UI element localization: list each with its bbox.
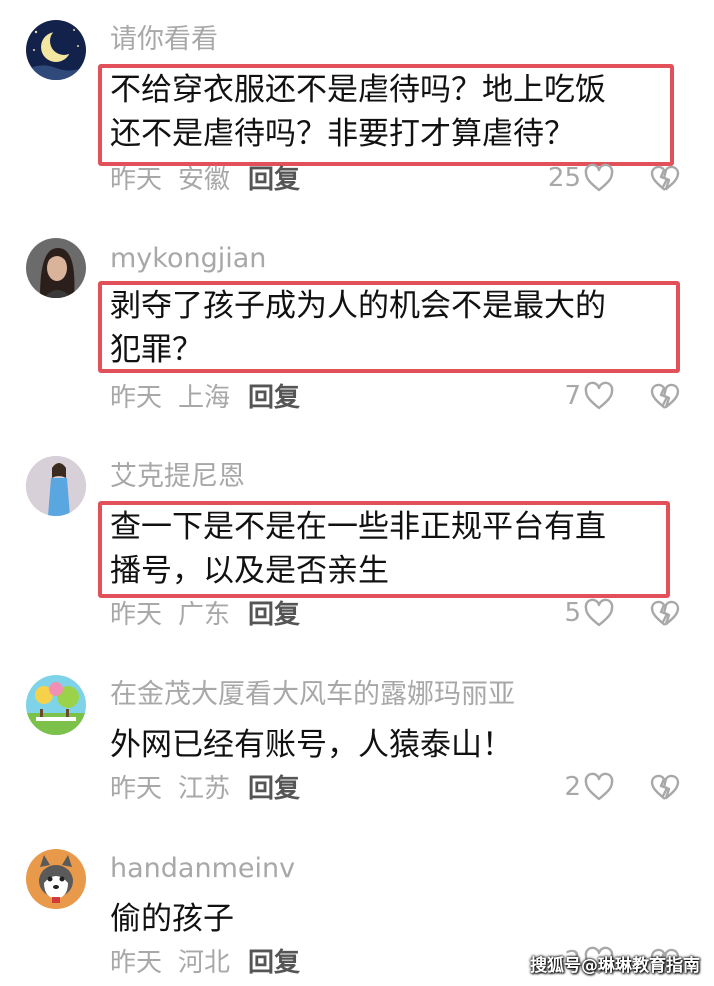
heart-icon: [584, 163, 614, 192]
reply-button[interactable]: 回复: [248, 774, 300, 804]
username[interactable]: 艾克提尼恩: [110, 463, 245, 490]
heart-icon: [584, 381, 614, 410]
like-count: 2: [564, 772, 581, 802]
location: 广东: [178, 600, 231, 630]
reply-button[interactable]: 回复: [248, 383, 300, 413]
colorful-landscape-avatar-icon[interactable]: [26, 675, 86, 735]
like-button[interactable]: 5: [545, 598, 615, 628]
like-button[interactable]: 7: [545, 381, 615, 411]
comment-text-line: 偷的孩子: [110, 901, 234, 937]
like-button[interactable]: 2: [545, 772, 615, 802]
location: 江苏: [178, 774, 231, 804]
comment-text-line: 查一下是不是在一些非正规平台有直: [110, 509, 606, 545]
dislike-button[interactable]: [648, 598, 682, 632]
username[interactable]: 请你看看: [110, 26, 218, 53]
comment-text: 查一下是不是在一些非正规平台有直 播号，以及是否亲生: [110, 505, 606, 593]
comment-text-line: 还不是虐待吗？非要打才算虐待？: [110, 116, 575, 152]
dislike-button[interactable]: [648, 163, 682, 197]
watermark: 搜狐号@琳琳教育指南: [530, 956, 700, 976]
username[interactable]: 在金茂大厦看大风车的露娜玛丽亚: [110, 681, 515, 708]
husky-dog-avatar-icon[interactable]: [26, 849, 86, 909]
like-button[interactable]: 25: [545, 163, 615, 193]
comment-meta: 昨天 广东 回复: [110, 602, 300, 628]
like-count: 7: [564, 381, 581, 411]
comment-meta: 昨天 安徽 回复: [110, 167, 300, 193]
comment-text-line: 不给穿衣服还不是虐待吗？地上吃饭: [110, 72, 606, 108]
location: 安徽: [178, 165, 231, 195]
timestamp: 昨天: [110, 774, 163, 804]
comment-meta: 昨天 上海 回复: [110, 385, 300, 411]
timestamp: 昨天: [110, 600, 163, 630]
reply-button[interactable]: 回复: [248, 600, 300, 630]
username[interactable]: mykongjian: [110, 245, 266, 272]
woman-blue-dress-avatar-icon[interactable]: [26, 456, 86, 516]
comment-text: 剥夺了孩子成为人的机会不是最大的 犯罪？: [110, 284, 606, 372]
broken-heart-icon: [650, 165, 680, 191]
location: 上海: [178, 383, 231, 413]
comment-text: 偷的孩子: [110, 897, 234, 941]
comment-text-line: 外网已经有账号，人猿泰山！: [110, 727, 513, 763]
comment-meta: 昨天 河北 回复: [110, 950, 300, 976]
dislike-button[interactable]: [648, 772, 682, 806]
username[interactable]: handanmeinv: [110, 855, 295, 882]
reply-button[interactable]: 回复: [248, 948, 300, 978]
timestamp: 昨天: [110, 948, 163, 978]
broken-heart-icon: [650, 383, 680, 409]
moon-night-avatar-icon[interactable]: [26, 20, 86, 80]
woman-portrait-avatar-icon[interactable]: [26, 238, 86, 298]
heart-icon: [584, 598, 614, 627]
broken-heart-icon: [650, 600, 680, 626]
dislike-button[interactable]: [648, 381, 682, 415]
like-count: 25: [547, 163, 581, 193]
comment-text-line: 剥夺了孩子成为人的机会不是最大的: [110, 288, 606, 324]
comment-text: 外网已经有账号，人猿泰山！: [110, 723, 513, 767]
comment-text: 不给穿衣服还不是虐待吗？地上吃饭 还不是虐待吗？非要打才算虐待？: [110, 68, 606, 156]
comment-text-line: 犯罪？: [110, 332, 203, 368]
comment-text-line: 播号，以及是否亲生: [110, 553, 389, 589]
comment-meta: 昨天 江苏 回复: [110, 776, 300, 802]
reply-button[interactable]: 回复: [248, 165, 300, 195]
like-count: 5: [564, 598, 581, 628]
location: 河北: [178, 948, 231, 978]
heart-icon: [584, 772, 614, 801]
broken-heart-icon: [650, 774, 680, 800]
timestamp: 昨天: [110, 165, 163, 195]
timestamp: 昨天: [110, 383, 163, 413]
